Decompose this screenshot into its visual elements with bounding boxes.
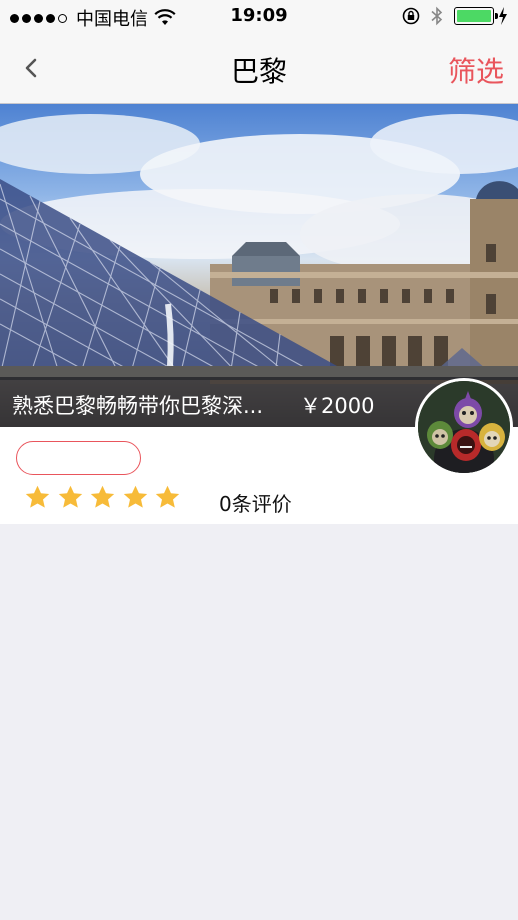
filter-button[interactable]: 筛选 [448,50,504,90]
status-bar: 中国电信 19:09 [0,0,518,32]
star-icon [155,485,180,508]
listing-card[interactable]: 熟悉巴黎畅畅带你巴黎深... ￥2000 0条评价 [0,104,518,524]
listing-price: ￥2000 [300,394,375,418]
rating-stars [24,484,187,511]
review-count: 0条评价 [219,492,292,516]
charging-bolt-icon [499,7,507,25]
star-icon [58,485,82,508]
star-icon [25,485,50,508]
listing-cover-image[interactable]: 熟悉巴黎畅畅带你巴黎深... ￥2000 [0,104,518,427]
bluetooth-icon [431,6,443,26]
star-icon [90,485,115,508]
page-title: 巴黎 [230,55,287,88]
battery-level [457,10,491,22]
navigation-bar: 巴黎 筛选 [0,32,518,104]
status-right [402,6,508,26]
listing-title: 熟悉巴黎畅畅带你巴黎深... [12,394,264,418]
battery-icon [454,7,498,25]
listing-tag [16,441,141,475]
avatar-image [418,381,510,473]
guide-avatar[interactable] [415,378,513,476]
star-icon [123,485,147,508]
rotation-lock-icon [402,7,420,25]
